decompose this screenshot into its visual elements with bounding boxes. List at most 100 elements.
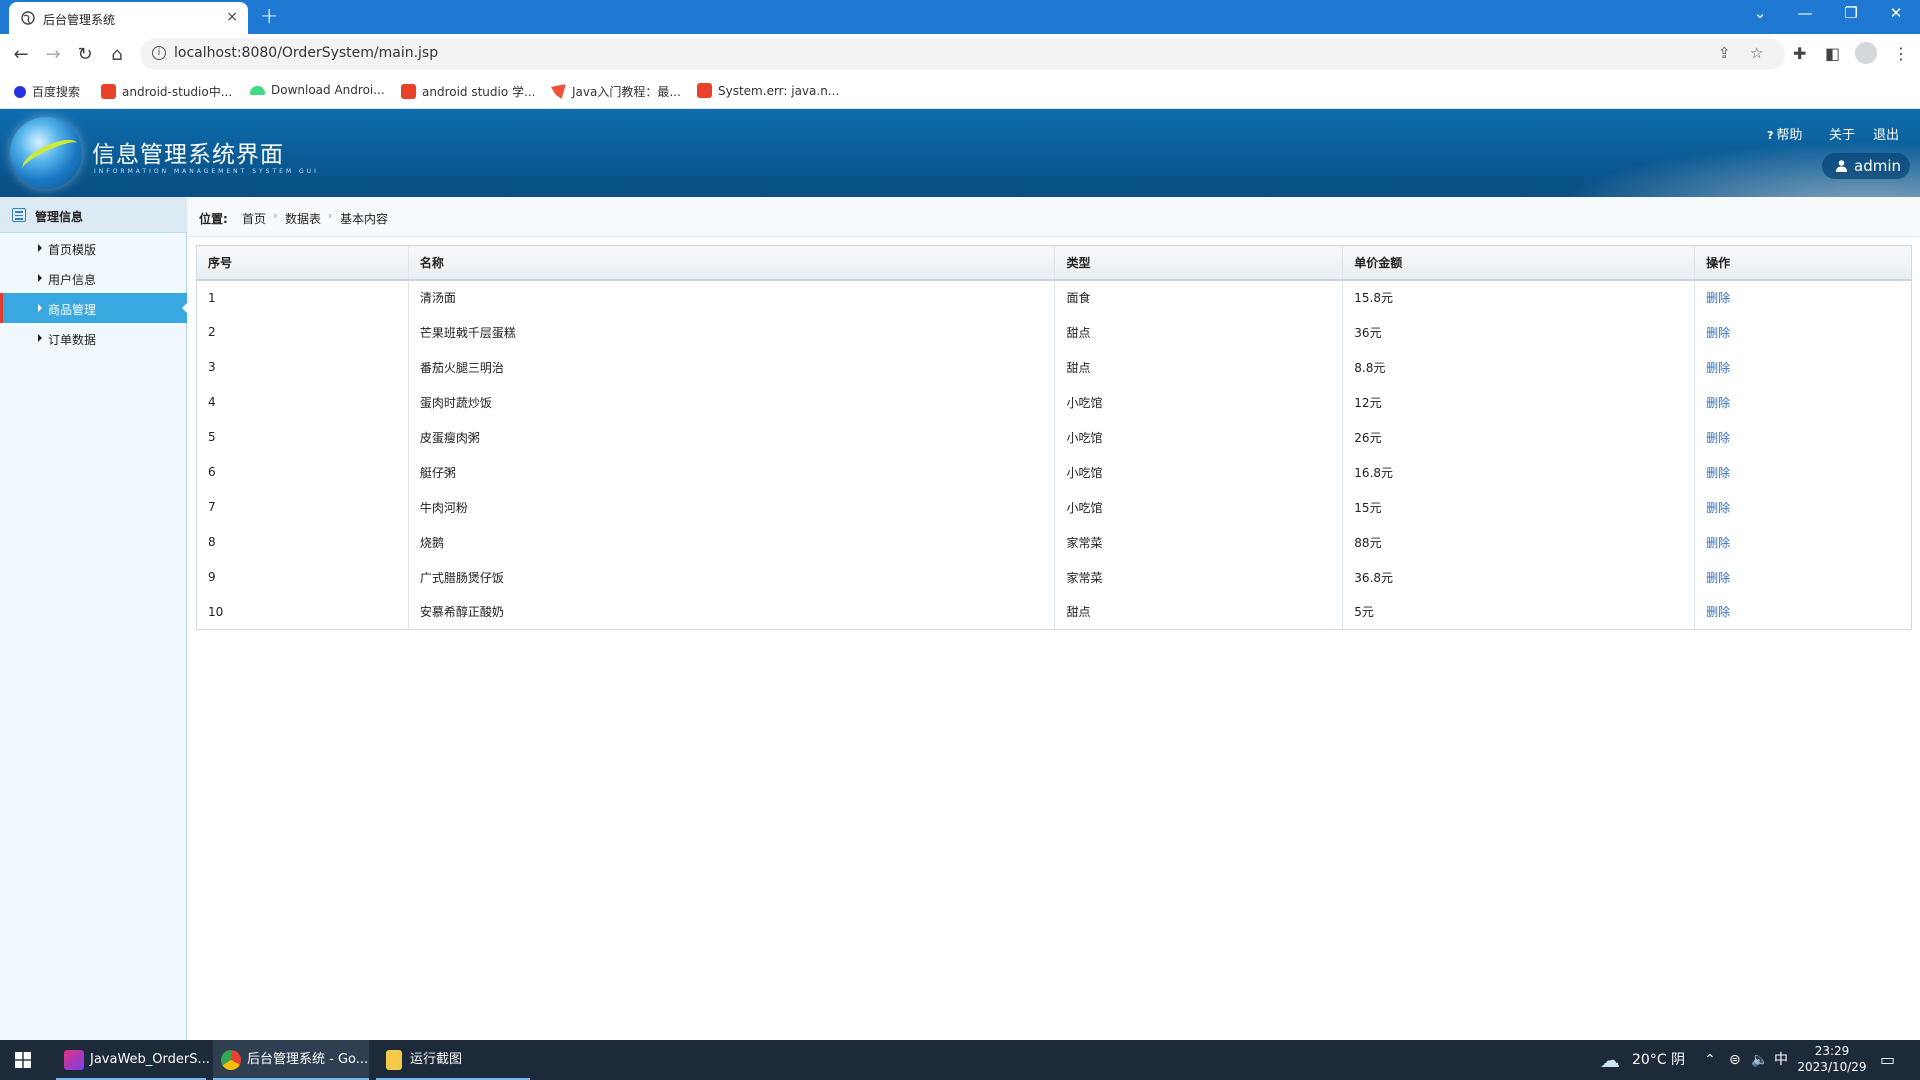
about-link[interactable]: 关于	[1829, 124, 1855, 143]
sidebar-item-label: 用户信息	[48, 273, 97, 287]
cell-type: 面食	[1054, 279, 1344, 315]
delete-link[interactable]: 删除	[1706, 466, 1730, 480]
browser-tab-bar: 后台管理系统 × + ⌄ — ❐ ✕	[0, 0, 1920, 34]
volume-icon[interactable]: 🔈	[1751, 1040, 1768, 1080]
delete-link[interactable]: 删除	[1706, 291, 1730, 305]
chrome-icon	[221, 1050, 241, 1070]
sidebar-item-product-management[interactable]: 商品管理	[0, 293, 188, 323]
restore-button[interactable]: ❐	[1831, 4, 1871, 22]
new-tab-button[interactable]: +	[260, 4, 278, 29]
cell-name: 牛肉河粉	[408, 489, 1056, 525]
windows-start-icon[interactable]	[15, 1052, 31, 1068]
cell-name: 蛋肉时蔬炒饭	[408, 384, 1056, 420]
cell-name: 烧鹅	[408, 524, 1056, 560]
taskbar-app-folder[interactable]: 运行截图	[376, 1040, 530, 1080]
site-info-icon[interactable]: i	[152, 46, 166, 60]
tab-search-icon[interactable]: ⌄	[1740, 4, 1780, 22]
delete-link[interactable]: 删除	[1706, 501, 1730, 515]
bookmark-item[interactable]: Download Androi...	[250, 83, 385, 97]
bookmark-star-icon[interactable]: ☆	[1750, 44, 1763, 62]
cell-price: 16.8元	[1342, 454, 1696, 490]
cell-name: 芒果班戟千层蛋糕	[408, 314, 1056, 350]
bookmark-item[interactable]: System.err: java.n...	[697, 83, 839, 98]
android-icon	[250, 85, 265, 95]
back-icon[interactable]: ←	[10, 44, 32, 65]
bookmark-item[interactable]: Java入门教程：最...	[551, 83, 681, 100]
cell-type: 小吃馆	[1054, 419, 1344, 455]
user-icon	[1836, 160, 1847, 172]
delete-link[interactable]: 删除	[1706, 396, 1730, 410]
user-menu[interactable]: admin	[1822, 153, 1910, 179]
cell-index: 8	[196, 524, 409, 560]
weather-text[interactable]: 20°C 阴	[1632, 1040, 1685, 1080]
breadcrumb-home[interactable]: 首页	[242, 210, 266, 227]
cell-type: 甜点	[1054, 314, 1344, 350]
home-icon[interactable]: ⌂	[106, 44, 128, 65]
tray-overflow-icon[interactable]: ⌃	[1704, 1040, 1716, 1080]
caret-right-icon	[38, 274, 42, 282]
username: admin	[1854, 157, 1901, 175]
taskbar-app-intellij[interactable]: JavaWeb_OrderS...	[56, 1040, 210, 1080]
bookmark-item[interactable]: 百度搜索	[14, 83, 80, 100]
folder-icon	[386, 1050, 402, 1070]
sidebar-item-user-info[interactable]: 用户信息	[0, 263, 187, 293]
table-row: 2 芒果班戟千层蛋糕 甜点 36元 删除	[196, 314, 1912, 350]
network-icon[interactable]: ⊜	[1729, 1040, 1741, 1080]
menu-kebab-icon[interactable]: ⋮	[1893, 44, 1909, 63]
cell-action: 删除	[1695, 595, 1912, 630]
table-row: 10 安慕希醇正酸奶 甜点 5元 删除	[196, 594, 1912, 630]
address-bar[interactable]: i localhost:8080/OrderSystem/main.jsp ⇪ …	[140, 38, 1785, 70]
windows-taskbar: JavaWeb_OrderS... 后台管理系统 - Go... 运行截图 ☁ …	[0, 1040, 1920, 1080]
cell-name: 安慕希醇正酸奶	[408, 594, 1056, 630]
ime-indicator[interactable]: 中	[1774, 1040, 1788, 1080]
swift-icon	[551, 84, 566, 99]
close-tab-icon[interactable]: ×	[226, 9, 238, 25]
close-window-button[interactable]: ✕	[1876, 4, 1916, 22]
breadcrumb-datatable[interactable]: 数据表	[285, 210, 321, 227]
browser-tab[interactable]: 后台管理系统 ×	[9, 2, 248, 34]
csdn-icon	[697, 83, 712, 98]
sidebar-item-order-data[interactable]: 订单数据	[0, 323, 187, 353]
cell-type: 小吃馆	[1054, 384, 1344, 420]
side-panel-icon[interactable]: ◧	[1825, 44, 1840, 63]
cell-price: 36元	[1342, 314, 1696, 350]
cell-name: 清汤面	[408, 279, 1056, 315]
share-icon[interactable]: ⇪	[1718, 44, 1731, 62]
delete-link[interactable]: 删除	[1706, 361, 1730, 375]
delete-link[interactable]: 删除	[1706, 431, 1730, 445]
delete-link[interactable]: 删除	[1706, 536, 1730, 550]
table-row: 7 牛肉河粉 小吃馆 15元 删除	[196, 489, 1912, 525]
system-clock[interactable]: 23:29 2023/10/29	[1787, 1043, 1877, 1075]
reload-icon[interactable]: ↻	[74, 44, 96, 65]
clock-time: 23:29	[1814, 1044, 1850, 1058]
cell-action: 删除	[1695, 315, 1912, 350]
cell-index: 5	[196, 419, 409, 455]
cell-index: 3	[196, 349, 409, 385]
csdn-icon	[401, 84, 416, 99]
table-row: 8 烧鹅 家常菜 88元 删除	[196, 524, 1912, 560]
delete-link[interactable]: 删除	[1706, 605, 1730, 619]
profile-avatar-icon[interactable]	[1855, 42, 1877, 64]
cell-action: 删除	[1695, 280, 1912, 315]
logout-link[interactable]: 退出	[1873, 124, 1899, 143]
cell-index: 4	[196, 384, 409, 420]
app-header: 信息管理系统界面 INFORMATION MANAGEMENT SYSTEM G…	[0, 109, 1920, 197]
delete-link[interactable]: 删除	[1706, 571, 1730, 585]
minimize-button[interactable]: —	[1785, 4, 1825, 22]
bookmark-item[interactable]: android studio 学...	[401, 83, 535, 100]
taskbar-app-label: JavaWeb_OrderS...	[90, 1052, 210, 1067]
url-text[interactable]: localhost:8080/OrderSystem/main.jsp	[174, 45, 438, 61]
notification-icon[interactable]: ▭	[1880, 1040, 1895, 1080]
taskbar-app-chrome[interactable]: 后台管理系统 - Go...	[213, 1040, 369, 1080]
cell-price: 12元	[1342, 384, 1696, 420]
col-header-index: 序号	[196, 245, 409, 281]
sidebar-item-home-template[interactable]: 首页模版	[0, 233, 187, 263]
cell-action: 删除	[1695, 350, 1912, 385]
help-link[interactable]: ? 帮助	[1767, 124, 1802, 143]
forward-icon[interactable]: →	[42, 44, 64, 65]
delete-link[interactable]: 删除	[1706, 326, 1730, 340]
table-row: 6 艇仔粥 小吃馆 16.8元 删除	[196, 454, 1912, 490]
baidu-icon	[14, 85, 26, 98]
bookmark-item[interactable]: android-studio中...	[101, 83, 232, 100]
extensions-icon[interactable]: ✚	[1793, 44, 1806, 63]
